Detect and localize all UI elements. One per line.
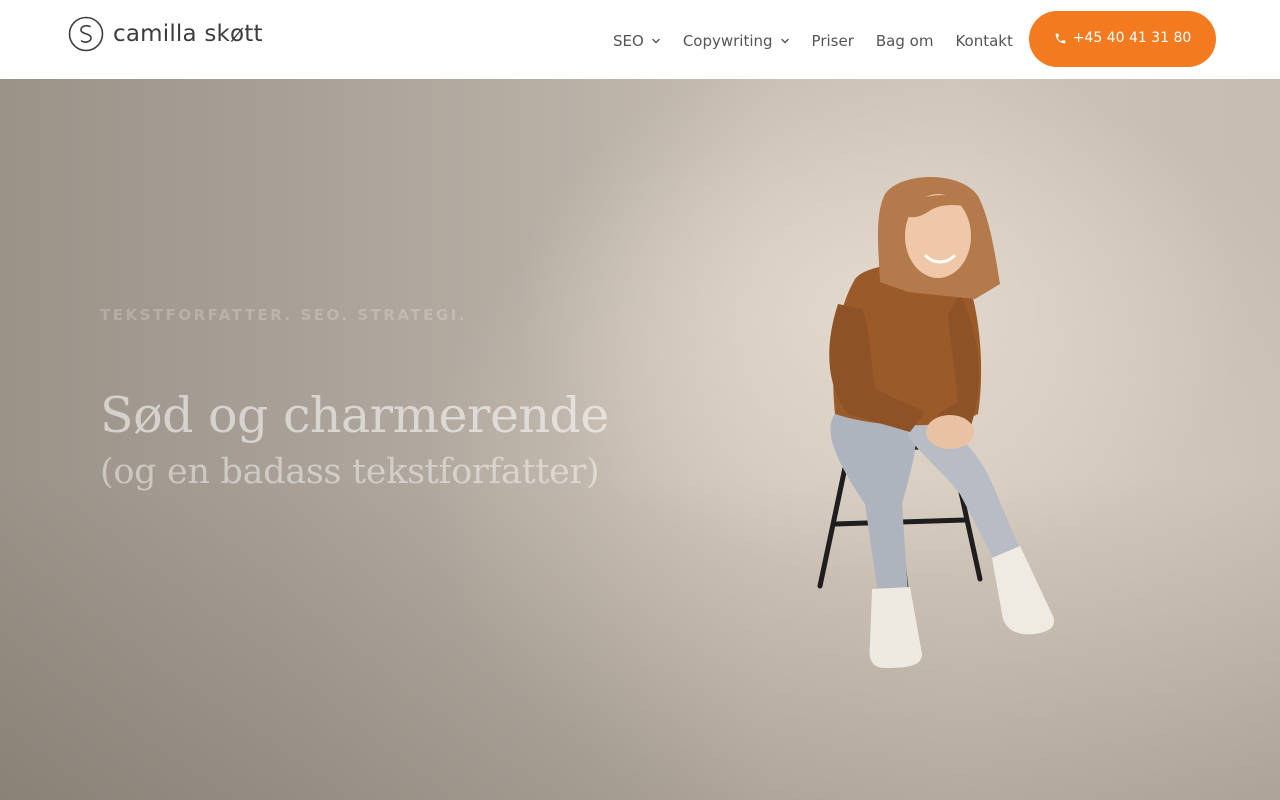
nav-item-priser[interactable]: Priser <box>812 32 854 50</box>
nav-item-label: SEO <box>613 32 644 50</box>
logo-link[interactable]: camilla skøtt <box>68 16 263 52</box>
phone-icon <box>1055 33 1066 43</box>
hero-subheadline: (og en badass tekstforfatter) <box>100 452 600 492</box>
hero-portrait-image <box>817 177 1054 668</box>
hero-eyebrow: TEKSTFORFATTER. SEO. STRATEGI. <box>100 306 467 324</box>
nav-item-copywriting[interactable]: Copywriting <box>683 32 790 50</box>
nav-item-label: Kontakt <box>955 32 1013 50</box>
phone-cta-button[interactable]: +45 40 41 31 80 <box>1029 11 1216 67</box>
hero-headline: Sød og charmerende <box>100 387 609 444</box>
logo-mark-icon <box>68 16 104 52</box>
chevron-down-icon <box>652 38 660 44</box>
nav-item-label: Priser <box>811 32 854 50</box>
site-header: camilla skøtt SEO Copywriting Priser Bag… <box>0 0 1280 79</box>
nav-item-label: Bag om <box>875 32 934 50</box>
cta-label: +45 40 41 31 80 <box>1072 30 1192 46</box>
main-nav: SEO Copywriting Priser Bag om Kontakt <box>613 29 1013 53</box>
nav-item-label: Copywriting <box>682 32 773 50</box>
nav-item-bag-om[interactable]: Bag om <box>876 32 934 50</box>
chevron-down-icon <box>780 38 789 44</box>
hero-section: TEKSTFORFATTER. SEO. STRATEGI. Sød og ch… <box>0 79 1280 800</box>
logo-text: camilla skøtt <box>113 21 263 47</box>
nav-item-kontakt[interactable]: Kontakt <box>955 32 1012 50</box>
nav-item-seo[interactable]: SEO <box>613 32 661 50</box>
